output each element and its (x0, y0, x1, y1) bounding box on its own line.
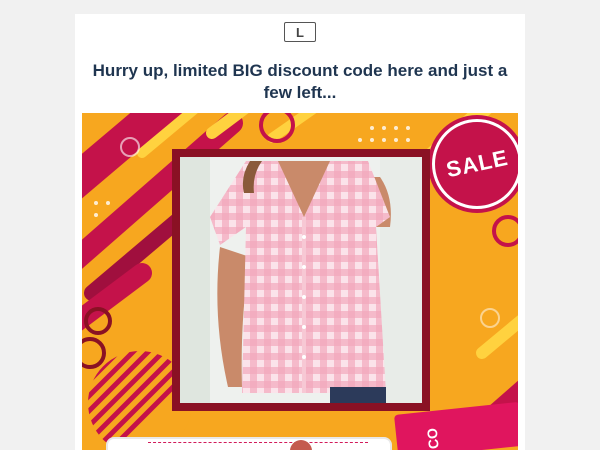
headline: Hurry up, limited BIG discount code here… (92, 61, 508, 102)
logo-area: L (75, 22, 525, 48)
sale-badge-text: SALE (443, 144, 511, 183)
product-photo-icon (180, 157, 422, 403)
product-photo[interactable] (180, 157, 422, 403)
sale-banner[interactable]: SALE CO (82, 113, 518, 450)
coupon-dashed-line (148, 442, 368, 443)
email-card: L Hurry up, limited BIG discount code he… (75, 14, 525, 450)
sale-badge: SALE (432, 119, 518, 209)
product-photo-frame (172, 149, 430, 411)
coupon-ticket[interactable] (108, 439, 390, 450)
brand-logo[interactable]: L (284, 22, 316, 42)
coupon-tag-text: CO (423, 427, 442, 450)
